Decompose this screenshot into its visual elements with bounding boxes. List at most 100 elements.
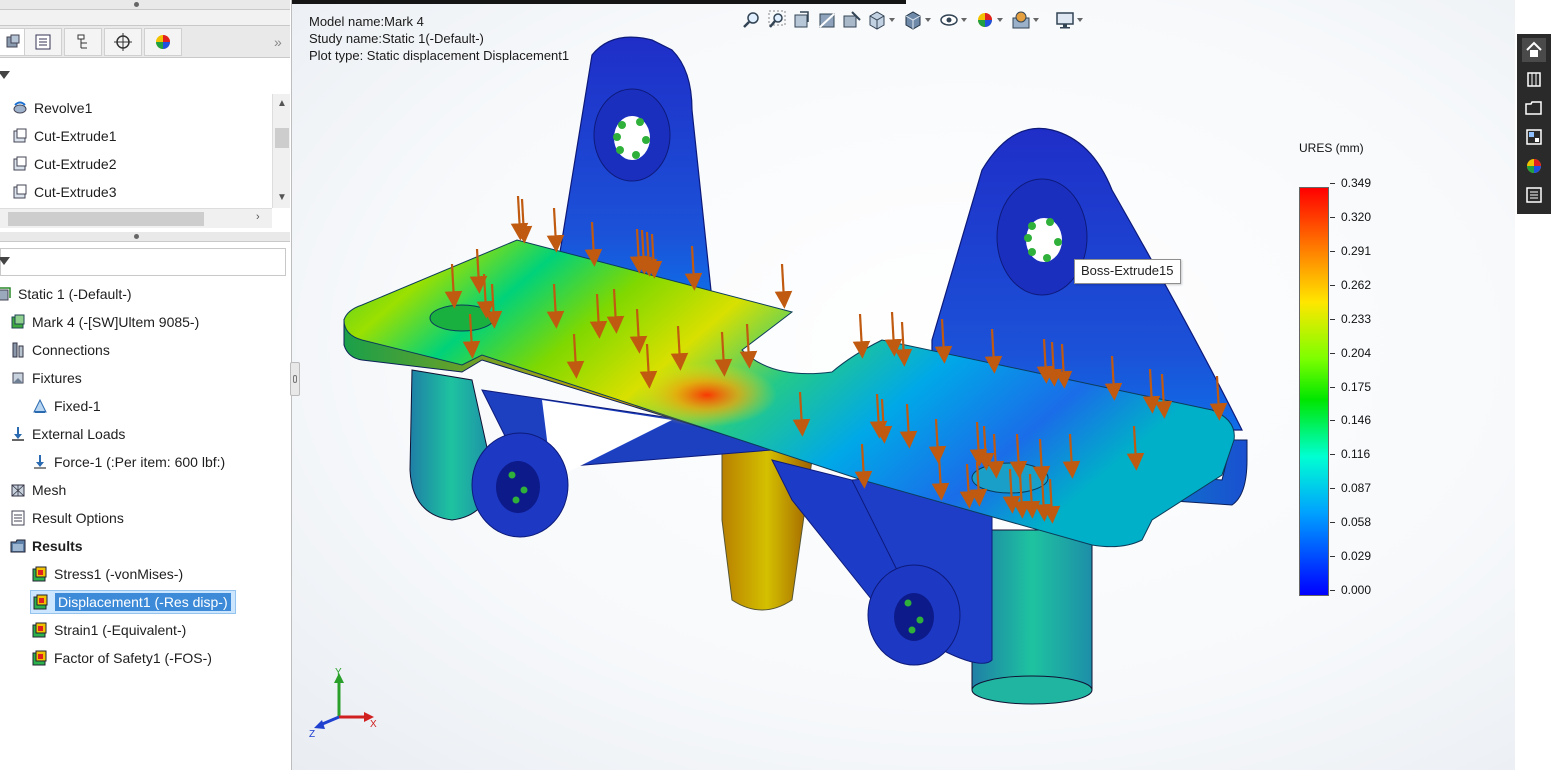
legend-value-label: 0.058	[1341, 515, 1372, 530]
feature-filter-row[interactable]	[0, 62, 288, 92]
legend-value-label: 0.291	[1341, 243, 1372, 258]
tree-item-displacement1[interactable]: Displacement1 (-Res disp-)	[30, 590, 236, 614]
scrollbar-thumb[interactable]	[8, 212, 204, 226]
feature-list-vertical-scrollbar[interactable]: ▲ ▼	[272, 94, 290, 208]
load-arrow	[852, 313, 871, 359]
task-pane-appearances-button[interactable]	[1522, 154, 1546, 178]
tree-item-force-1[interactable]: Force-1 (:Per item: 600 lbf:)	[32, 448, 225, 476]
static-study-icon	[0, 287, 11, 301]
tree-item-mesh[interactable]: Mesh	[10, 476, 66, 504]
tree-label: Static 1 (-Default-)	[18, 286, 132, 302]
feature-tooltip: Boss-Extrude15	[1074, 259, 1181, 284]
tree-item-result-options[interactable]: Result Options	[10, 504, 124, 532]
top-splitter[interactable]	[0, 0, 290, 10]
file-explorer-icon	[1525, 101, 1542, 115]
left-pin-hole	[496, 461, 540, 513]
stress-plot-icon	[32, 566, 47, 582]
triad-x-label: X	[370, 719, 377, 730]
scroll-right-icon[interactable]: ›	[256, 211, 260, 223]
feature-list-horizontal-scrollbar[interactable]: ›	[0, 208, 272, 228]
fixed-geometry-icon	[33, 398, 47, 413]
tree-item-connections[interactable]: Connections	[10, 336, 110, 364]
scrollbar-thumb[interactable]	[275, 128, 289, 148]
legend-tick	[1330, 183, 1335, 184]
task-pane-tab-strip	[1517, 34, 1551, 214]
tab-configuration-manager[interactable]	[64, 28, 102, 56]
tree-item-results[interactable]: Results	[10, 532, 83, 560]
legend-tick	[1330, 318, 1335, 320]
result-options-icon	[11, 510, 25, 526]
tab-dimxpert[interactable]	[104, 28, 142, 56]
scroll-up-icon[interactable]: ▲	[277, 98, 287, 109]
tree-item-part[interactable]: Mark 4 (-[SW]Ultem 9085-)	[10, 308, 199, 336]
task-pane-home-button[interactable]	[1522, 38, 1546, 62]
task-pane-custom-properties-button[interactable]	[1522, 183, 1546, 207]
force-icon	[34, 455, 46, 469]
custom-properties-icon	[1526, 187, 1542, 203]
tree-label: External Loads	[32, 426, 126, 442]
study-filter-row[interactable]	[0, 246, 288, 276]
mesh-icon	[11, 484, 25, 497]
legend-value-label: 0.320	[1341, 209, 1372, 224]
legend-tick	[1330, 216, 1335, 218]
feature-item-cut-extrude1[interactable]: Cut-Extrude1	[0, 122, 272, 150]
fixtures-icon	[12, 372, 24, 384]
appearances-icon	[1527, 159, 1541, 173]
tree-item-study[interactable]: Static 1 (-Default-)	[0, 280, 132, 308]
legend-value-label: 0.087	[1341, 481, 1372, 496]
cut-extrude-icon	[13, 128, 27, 143]
tree-item-strain1[interactable]: Strain1 (-Equivalent-)	[32, 616, 186, 644]
tree-label: Mesh	[32, 482, 67, 498]
legend-tick	[1330, 454, 1335, 456]
tree-item-external-loads[interactable]: External Loads	[10, 420, 125, 448]
design-library-icon	[1527, 72, 1541, 87]
tree-label: Results	[32, 538, 83, 554]
feature-item-revolve1[interactable]: Revolve1	[0, 94, 272, 122]
graphics-viewport[interactable]: Model name:Mark 4 Study name:Static 1(-D…	[292, 0, 1515, 770]
legend-tick	[1330, 420, 1335, 422]
legend-value-label: 0.204	[1341, 345, 1372, 360]
reference-triad[interactable]: Y X Z	[306, 665, 381, 740]
tree-label: Fixtures	[32, 370, 82, 386]
right-leg-base	[971, 675, 1093, 705]
task-pane-view-palette-button[interactable]	[1522, 125, 1546, 149]
tree-item-stress1[interactable]: Stress1 (-vonMises-)	[32, 560, 183, 588]
left-platform-hole	[429, 304, 495, 332]
feature-item-cut-extrude3[interactable]: Cut-Extrude3	[0, 178, 272, 206]
tree-item-fixtures[interactable]: Fixtures	[10, 364, 82, 392]
legend-value-label: 0.262	[1341, 277, 1372, 292]
tab-property-manager[interactable]	[24, 28, 62, 56]
property-manager-icon	[35, 34, 51, 50]
feature-label: Revolve1	[34, 100, 93, 116]
connections-icon	[12, 342, 24, 358]
legend-color-bar	[1299, 187, 1329, 596]
tree-label: Displacement1 (-Res disp-)	[55, 593, 231, 611]
legend-title: URES (mm)	[1299, 141, 1364, 155]
scroll-down-icon[interactable]: ▼	[277, 192, 287, 203]
filter-icon	[0, 257, 10, 265]
panel-collapse-grip[interactable]	[290, 362, 300, 396]
feature-item-cut-extrude2[interactable]: Cut-Extrude2	[0, 150, 272, 178]
task-pane-design-library-button[interactable]	[1522, 67, 1546, 91]
legend-value-label: 0.146	[1341, 413, 1372, 428]
legend-tick	[1330, 556, 1335, 558]
load-arrow	[514, 198, 533, 244]
displacement-legend[interactable]: URES (mm) 0.349 0.320 0.291 0.262 0.233 0.204…	[1292, 140, 1392, 610]
tree-item-fixed-1[interactable]: Fixed-1	[32, 392, 101, 420]
cut-extrude-icon	[13, 184, 27, 199]
legend-value-label: 0.349	[1341, 176, 1372, 190]
panel-tab-strip: »	[0, 26, 290, 58]
middle-splitter[interactable]	[0, 232, 290, 242]
tree-item-factor-of-safety1[interactable]: Factor of Safety1 (-FOS-)	[32, 644, 212, 672]
study-filter-box[interactable]	[0, 248, 286, 276]
tab-display-manager[interactable]	[144, 28, 182, 56]
legend-tick	[1330, 250, 1335, 252]
task-pane-file-explorer-button[interactable]	[1522, 96, 1546, 120]
legend-value-label: 0.029	[1341, 549, 1372, 564]
part-material-icon	[11, 314, 25, 329]
legend-value-label: 0.116	[1341, 447, 1371, 462]
load-arrow	[546, 207, 565, 253]
triad-z-label: Z	[309, 729, 315, 740]
legend-value-label: 0.175	[1341, 379, 1372, 394]
tab-overflow-chevron-icon[interactable]: »	[274, 34, 282, 50]
